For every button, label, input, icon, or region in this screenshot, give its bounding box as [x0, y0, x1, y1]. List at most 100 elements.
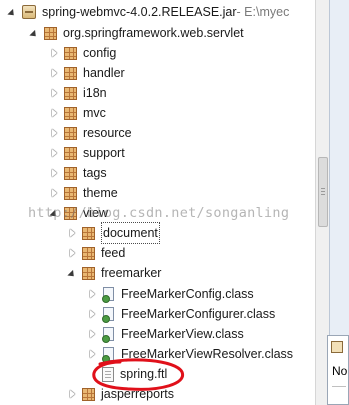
package-icon — [64, 186, 77, 200]
tree-node-package[interactable]: tags — [48, 163, 107, 183]
expanded-triangle-icon — [29, 29, 39, 39]
package-icon — [64, 126, 77, 140]
package-icon — [64, 106, 77, 120]
package-label: org.springframework.web.servlet — [63, 26, 244, 40]
tree-node-class[interactable]: FreeMarkerView.class — [86, 324, 244, 344]
expand-toggle[interactable] — [66, 384, 78, 404]
view-icon[interactable] — [331, 341, 343, 353]
package-icon — [64, 166, 77, 180]
collapsed-triangle-icon — [51, 89, 57, 97]
expand-toggle[interactable] — [48, 43, 60, 63]
tree-node-class[interactable]: FreeMarkerViewResolver.class — [86, 344, 293, 364]
package-label: document — [101, 222, 160, 244]
package-icon — [44, 26, 57, 40]
package-icon — [82, 246, 95, 260]
expanded-triangle-icon — [49, 209, 59, 219]
collapsed-triangle-icon — [51, 189, 57, 197]
collapsed-triangle-icon — [69, 229, 75, 237]
tree-node-feed[interactable]: feed — [66, 243, 125, 263]
class-file-icon — [102, 346, 115, 363]
collapsed-triangle-icon — [51, 149, 57, 157]
collapsed-triangle-icon — [69, 390, 75, 398]
package-icon — [82, 226, 95, 240]
expand-toggle[interactable] — [66, 263, 78, 283]
collapsed-triangle-icon — [51, 109, 57, 117]
package-label: resource — [83, 126, 132, 140]
expand-toggle[interactable] — [48, 63, 60, 83]
class-file-icon — [102, 326, 115, 343]
expand-toggle[interactable] — [66, 223, 78, 243]
package-label: feed — [101, 246, 126, 260]
package-icon — [64, 46, 77, 60]
package-label: freemarker — [101, 266, 162, 280]
package-label: i18n — [83, 86, 107, 100]
side-label: No — [332, 364, 348, 378]
expand-toggle[interactable] — [48, 203, 60, 223]
class-file-icon — [102, 306, 115, 323]
jar-label: spring-webmvc-4.0.2.RELEASE.jar — [42, 5, 237, 19]
expand-toggle[interactable] — [48, 123, 60, 143]
expand-toggle[interactable] — [48, 83, 60, 103]
collapsed-triangle-icon — [89, 330, 95, 338]
tree-node-class[interactable]: FreeMarkerConfigurer.class — [86, 304, 275, 324]
class-label: FreeMarkerConfigurer.class — [121, 307, 276, 321]
tree-node-jar[interactable]: spring-webmvc-4.0.2.RELEASE.jar - E:\mye… — [6, 2, 289, 22]
package-icon — [64, 206, 77, 220]
expanded-triangle-icon — [7, 8, 17, 18]
tree-node-package[interactable]: i18n — [48, 83, 107, 103]
package-icon — [82, 266, 95, 280]
tree-node-freemarker[interactable]: freemarker — [66, 263, 161, 283]
expand-toggle[interactable] — [48, 143, 60, 163]
class-label: FreeMarkerView.class — [121, 327, 244, 341]
tree-node-package[interactable]: resource — [48, 123, 132, 143]
class-label: FreeMarkerConfig.class — [121, 287, 254, 301]
collapsed-triangle-icon — [51, 169, 57, 177]
class-file-icon — [102, 286, 115, 303]
expanded-triangle-icon — [67, 269, 77, 279]
package-icon — [64, 86, 77, 100]
package-icon — [64, 66, 77, 80]
tree-node-package[interactable]: mvc — [48, 103, 106, 123]
collapsed-triangle-icon — [51, 129, 57, 137]
tree-node-class[interactable]: FreeMarkerConfig.class — [86, 284, 254, 304]
collapsed-triangle-icon — [89, 290, 95, 298]
package-label: tags — [83, 166, 107, 180]
package-label: handler — [83, 66, 125, 80]
jar-icon — [22, 5, 36, 19]
package-explorer-tree: spring-webmvc-4.0.2.RELEASE.jar - E:\mye… — [0, 0, 315, 405]
package-label: mvc — [83, 106, 106, 120]
package-icon — [64, 146, 77, 160]
expand-toggle[interactable] — [86, 344, 98, 364]
tree-node-root-package[interactable]: org.springframework.web.servlet — [28, 23, 244, 43]
tree-node-document[interactable]: document — [66, 222, 160, 244]
tree-node-jasperreports[interactable]: jasperreports — [66, 384, 174, 404]
collapsed-triangle-icon — [69, 249, 75, 257]
tree-node-ftl-file[interactable]: spring.ftl — [86, 364, 167, 384]
package-label: view — [83, 206, 109, 220]
expand-toggle[interactable] — [48, 103, 60, 123]
expand-toggle[interactable] — [48, 183, 60, 203]
collapsed-triangle-icon — [89, 310, 95, 318]
package-label: theme — [83, 186, 118, 200]
expand-toggle[interactable] — [86, 324, 98, 344]
expand-toggle[interactable] — [86, 284, 98, 304]
tree-node-package[interactable]: support — [48, 143, 125, 163]
expand-toggle[interactable] — [66, 243, 78, 263]
expand-toggle[interactable] — [6, 2, 18, 22]
tree-node-package[interactable]: handler — [48, 63, 125, 83]
package-label: jasperreports — [101, 387, 174, 401]
package-label: support — [83, 146, 125, 160]
package-icon — [82, 387, 95, 401]
tree-node-package[interactable]: config — [48, 43, 116, 63]
collapsed-triangle-icon — [51, 49, 57, 57]
package-label: config — [83, 46, 117, 60]
tree-node-package[interactable]: theme — [48, 183, 118, 203]
expand-toggle[interactable] — [86, 304, 98, 324]
collapsed-triangle-icon — [89, 350, 95, 358]
tree-node-view[interactable]: view — [48, 203, 108, 223]
expand-toggle[interactable] — [28, 23, 40, 43]
divider — [332, 386, 346, 387]
scrollbar-thumb[interactable] — [318, 157, 328, 227]
class-label: FreeMarkerViewResolver.class — [121, 347, 294, 361]
expand-toggle[interactable] — [48, 163, 60, 183]
